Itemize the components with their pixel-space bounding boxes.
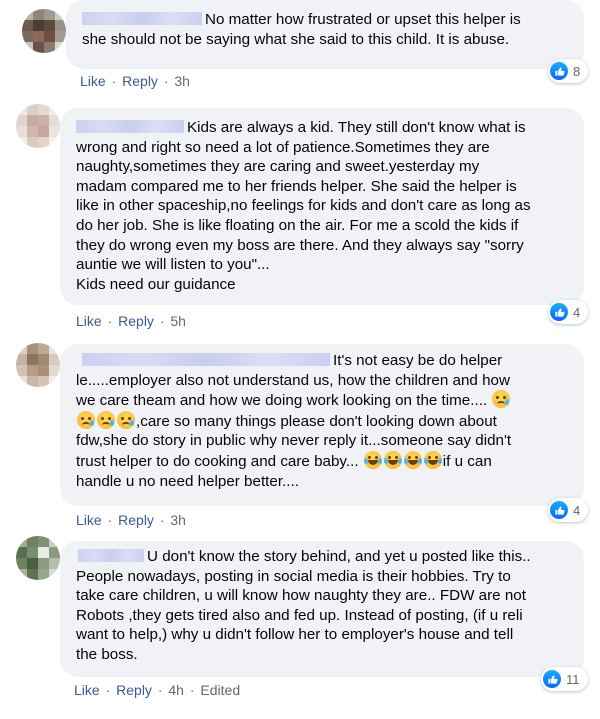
reply-link[interactable]: Reply xyxy=(116,682,152,698)
comment-line: we care theam and how we doing work look… xyxy=(76,390,570,411)
commenter-name-redacted[interactable] xyxy=(82,12,202,25)
reply-link[interactable]: Reply xyxy=(118,313,154,329)
comment-line: Robots ,they gets tired also and fed up.… xyxy=(76,606,523,624)
like-thumb-icon xyxy=(550,303,568,321)
like-thumb-icon xyxy=(543,670,561,688)
like-link[interactable]: Like xyxy=(74,682,100,698)
comment-bubble: No matter how frustrated or upset this h… xyxy=(66,0,584,69)
comment-line: wrong and right so need a lot of patienc… xyxy=(76,138,490,156)
avatar[interactable] xyxy=(22,9,66,53)
reaction-badge[interactable]: 11 xyxy=(541,667,588,691)
tears-of-joy-emoji xyxy=(403,450,422,469)
disappointed-relieved-emoji xyxy=(77,410,95,429)
disappointed-relieved-emoji xyxy=(117,410,135,429)
comment-line: take care children, u will know how naug… xyxy=(76,587,526,605)
timestamp[interactable]: 3h xyxy=(170,512,186,528)
like-link[interactable]: Like xyxy=(76,512,102,528)
reaction-badge[interactable]: 4 xyxy=(548,498,589,522)
commenter-name-redacted[interactable] xyxy=(82,353,330,366)
comment-text: It's not easy be do helper xyxy=(333,352,503,369)
reply-link[interactable]: Reply xyxy=(118,512,154,528)
comment-bubble: Kids are always a kid. They still don't … xyxy=(60,108,584,305)
comment-line: People nowadays, posting in social media… xyxy=(76,567,511,585)
comment-line: they do wrong even my boss are there. An… xyxy=(76,236,524,254)
comment-actions: Like · Reply · 5h xyxy=(76,313,186,329)
timestamp[interactable]: 5h xyxy=(170,313,186,329)
comment-line: auntie we will listen to you"... xyxy=(76,256,270,274)
comment-line: Kids need our guidance xyxy=(76,275,236,293)
like-link[interactable]: Like xyxy=(76,313,102,329)
reaction-count: 11 xyxy=(566,671,580,687)
comment-line: It's not easy be do helper xyxy=(76,351,570,371)
comment-line: like in other spaceship,no feelings for … xyxy=(76,197,531,215)
comment-text: Kids are always a kid. They still don't … xyxy=(187,119,526,136)
like-thumb-icon xyxy=(550,62,568,80)
comment-line: trust helper to do cooking and care baby… xyxy=(76,450,492,470)
comment-actions: Like · Reply · 3h xyxy=(80,73,190,89)
edited-label[interactable]: Edited xyxy=(200,682,240,698)
commenter-name-redacted[interactable] xyxy=(76,120,184,133)
comment-line: ,care so many things please don't lookin… xyxy=(76,410,570,432)
comment-actions: Like · Reply · 3h xyxy=(76,512,186,528)
avatar[interactable] xyxy=(16,104,60,148)
tears-of-joy-emoji xyxy=(363,450,382,469)
comment-line: naughty,sometimes they are caring and sw… xyxy=(76,158,480,176)
timestamp[interactable]: 3h xyxy=(174,73,190,89)
comment-line: madam compared me to her friends helper.… xyxy=(76,177,517,195)
commenter-name-redacted[interactable] xyxy=(78,549,144,562)
avatar[interactable] xyxy=(16,343,60,387)
like-link[interactable]: Like xyxy=(80,73,106,89)
comment-text: No matter how frustrated or upset this h… xyxy=(205,11,521,28)
disappointed-relieved-emoji xyxy=(97,410,115,429)
disappointed-relieved-emoji xyxy=(492,390,511,409)
comment-line: want to help,) why u didn't follow her t… xyxy=(76,626,514,644)
tears-of-joy-emoji xyxy=(383,450,402,469)
reaction-count: 8 xyxy=(573,63,581,79)
comment-line: do her job. She is like floating on the … xyxy=(76,216,519,234)
comment-line: le.....employer also not understand us, … xyxy=(76,371,510,389)
reply-link[interactable]: Reply xyxy=(122,73,158,89)
comment-line: No matter how frustrated or upset this h… xyxy=(82,10,570,30)
comment-text: U don't know the story behind, and yet u… xyxy=(147,548,531,565)
comment-bubble: It's not easy be do helper le.....employ… xyxy=(60,344,584,506)
comment-bubble: U don't know the story behind, and yet u… xyxy=(60,541,584,677)
comment-line: she should not be saying what she said t… xyxy=(82,30,510,48)
comment-line: handle u no need helper better.... xyxy=(76,472,299,490)
comment-actions: Like · Reply · 4h · Edited xyxy=(74,682,241,698)
comment-line: U don't know the story behind, and yet u… xyxy=(76,547,570,567)
reaction-count: 4 xyxy=(573,304,581,320)
comment-line: Kids are always a kid. They still don't … xyxy=(76,118,570,138)
comment-line: the boss. xyxy=(76,645,138,663)
avatar[interactable] xyxy=(16,536,60,580)
reaction-badge[interactable]: 4 xyxy=(548,300,589,324)
like-thumb-icon xyxy=(550,501,568,519)
reaction-count: 4 xyxy=(573,502,581,518)
comment-line: fdw,she do story in public why never rep… xyxy=(76,432,512,450)
tears-of-joy-emoji xyxy=(423,450,442,469)
timestamp[interactable]: 4h xyxy=(168,682,184,698)
reaction-badge[interactable]: 8 xyxy=(548,59,589,83)
